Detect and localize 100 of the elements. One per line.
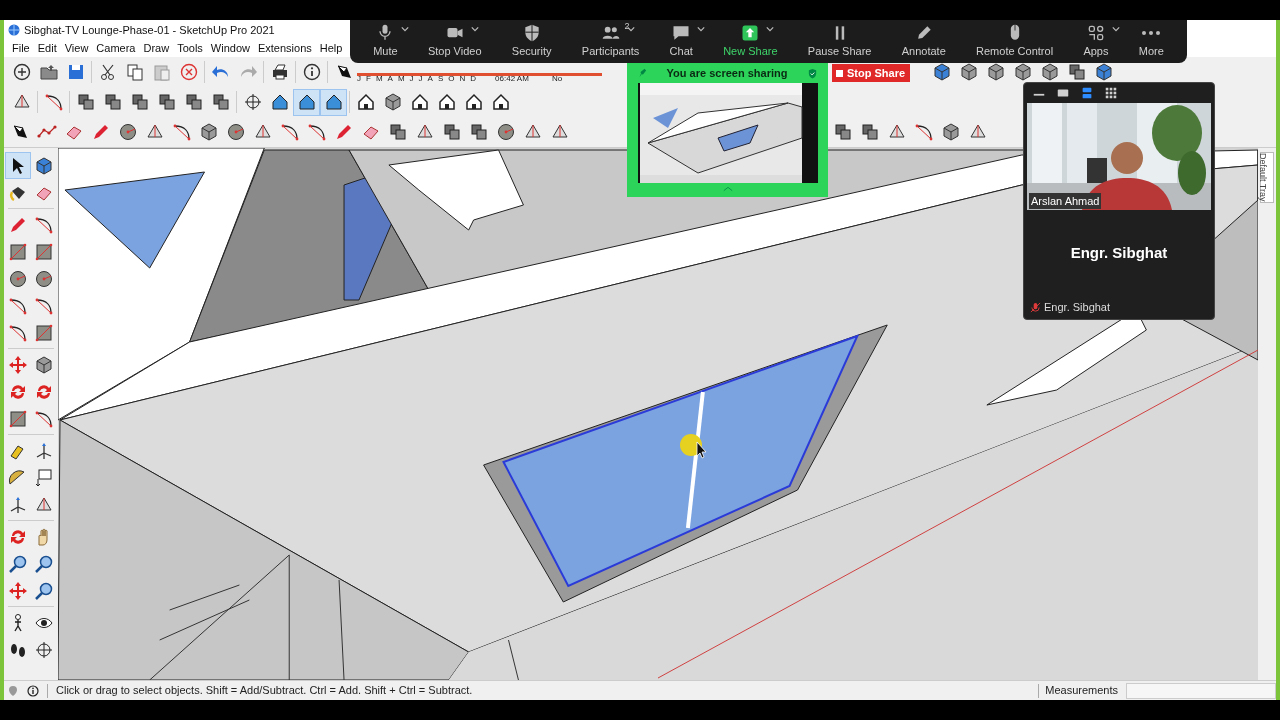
info-icon[interactable] [27,684,39,697]
cube-icon[interactable] [1093,62,1114,82]
meeting-control[interactable]: Chat [669,23,693,60]
caret-icon[interactable] [697,25,706,34]
menu-item[interactable]: File [8,40,34,57]
month-label: F [366,73,371,85]
caret-icon[interactable] [401,25,410,34]
cube-icon[interactable] [1039,62,1060,82]
meeting-control[interactable]: Pause Share [807,23,872,60]
cube-icon[interactable] [958,62,979,82]
cube-icon[interactable] [940,122,961,142]
menu-item[interactable]: Help [315,40,347,57]
house-icon[interactable] [355,92,376,112]
meeting-control[interactable]: 2 Participants [581,23,640,60]
meeting-control[interactable]: Apps [1083,23,1109,60]
clipboard-icon[interactable] [151,62,172,82]
copy-icon[interactable] [124,62,145,82]
label-box-icon[interactable] [34,467,54,488]
stacked-squares-icon[interactable] [859,122,880,142]
house-icon[interactable] [463,92,484,112]
arc-icon[interactable] [43,92,64,112]
menu-item[interactable]: Window [206,40,254,57]
menu-item[interactable]: View [60,40,93,57]
menu-item[interactable]: Draw [139,40,174,57]
house-icon[interactable] [436,92,457,112]
menu-item[interactable]: Extensions [253,40,316,57]
arc-icon[interactable] [306,122,327,142]
month-label: N [459,73,466,85]
menu-item[interactable]: Tools [173,40,207,57]
stacked-squares-icon[interactable] [102,92,123,112]
house-icon[interactable] [490,92,511,112]
stop-icon [836,69,843,77]
circle-x-icon[interactable] [178,62,199,82]
crosshair-icon[interactable] [242,92,263,112]
arc-icon[interactable] [171,122,192,142]
meeting-control[interactable]: Stop Video [427,23,482,60]
rectangle-icon[interactable] [8,241,28,262]
meeting-control[interactable]: Mute [373,23,398,60]
rectangle-icon[interactable] [34,322,54,343]
caret-icon[interactable] [470,25,479,34]
stop-share-button[interactable]: Stop Share [832,64,910,82]
menu-item[interactable]: Camera [92,40,140,57]
cube-icon[interactable] [34,155,54,176]
house-icon[interactable] [409,92,430,112]
cube-icon[interactable] [985,62,1006,82]
stacked-squares-icon[interactable] [387,122,408,142]
search-icon[interactable] [8,553,28,574]
four-arrows-icon[interactable] [8,354,28,375]
stacked-squares-icon[interactable] [75,92,96,112]
stacked-squares-icon[interactable] [1066,62,1087,82]
meeting-control[interactable]: More [1138,23,1164,60]
cube-icon[interactable] [198,122,219,142]
new-file-icon[interactable] [11,62,32,82]
stacked-squares-icon[interactable] [468,122,489,142]
tray-tab[interactable]: Default Tray [1260,152,1274,203]
month-label: J [418,73,423,85]
circle-icon[interactable] [495,122,516,142]
house-icon[interactable] [296,92,317,112]
circle-icon[interactable] [8,268,28,289]
stacked-view-icon[interactable] [1080,86,1094,100]
stacked-squares-icon[interactable] [441,122,462,142]
stacked-squares-icon[interactable] [156,92,177,112]
cube-icon[interactable] [931,62,952,82]
grid-icon[interactable] [1104,86,1118,100]
info-icon[interactable] [301,62,322,82]
stacked-squares-icon[interactable] [210,92,231,112]
rectangle-icon[interactable] [8,408,28,429]
meeting-control[interactable]: Security [511,23,552,60]
open-folder-icon[interactable] [38,62,59,82]
circle-icon[interactable] [225,122,246,142]
menu-item[interactable]: Edit [33,40,61,57]
arc-icon[interactable] [279,122,300,142]
circle-icon[interactable] [117,122,138,142]
caret-icon[interactable] [626,25,635,34]
house-icon[interactable] [323,92,344,112]
stacked-squares-icon[interactable] [129,92,150,112]
circle-icon[interactable] [34,268,54,289]
rectangle-icon[interactable] [34,241,54,262]
stacked-squares-icon[interactable] [832,122,853,142]
month-label: A [387,73,393,85]
arc-icon[interactable] [913,122,934,142]
measurements-field[interactable] [1126,682,1276,699]
globe-icon [8,24,20,36]
meeting-control[interactable]: New Share [723,23,778,60]
cube-icon[interactable] [382,92,403,112]
cube-icon[interactable] [34,354,54,375]
caret-icon[interactable] [1111,25,1120,34]
month-label: J [357,73,361,85]
month-label: J [409,73,414,85]
house-icon[interactable] [269,92,290,112]
search-icon[interactable] [34,580,54,601]
caret-icon[interactable] [766,25,775,34]
four-arrows-icon[interactable] [8,580,28,601]
search-icon[interactable] [34,553,54,574]
cube-icon[interactable] [1012,62,1033,82]
meeting-control[interactable]: Remote Control [976,23,1054,60]
meeting-control[interactable]: Annotate [901,23,946,60]
stacked-squares-icon[interactable] [183,92,204,112]
time-label: 06:42 AM [495,73,529,85]
crosshair-icon[interactable] [34,639,54,660]
